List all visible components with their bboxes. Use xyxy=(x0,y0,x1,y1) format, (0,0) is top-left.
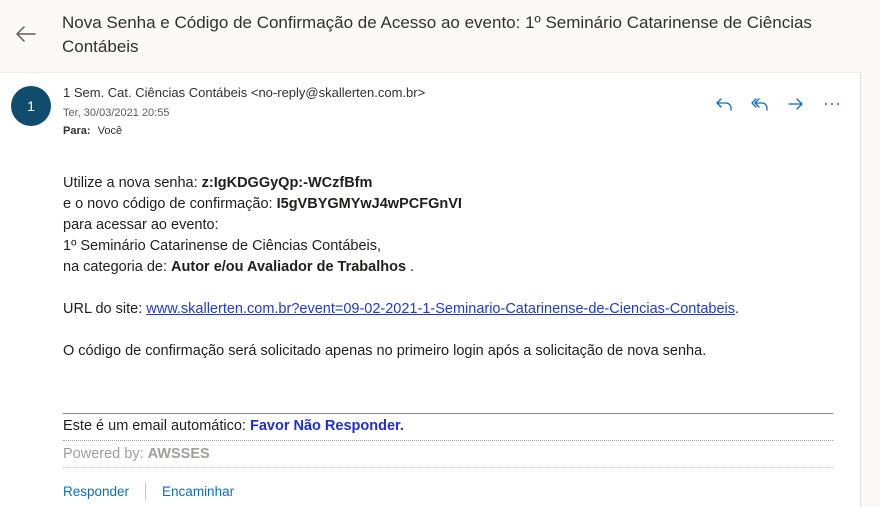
reply-icon xyxy=(716,98,732,111)
back-arrow-icon xyxy=(16,26,36,42)
powered-by-brand: AWSSES xyxy=(147,446,210,462)
event-url-link[interactable]: www.skallerten.com.br?event=09-02-2021-1… xyxy=(146,301,735,317)
powered-by-label: Powered by: xyxy=(63,446,148,462)
forward-button[interactable]: Encaminhar xyxy=(162,484,234,499)
url-suffix: . xyxy=(735,301,740,317)
confirmation-code: I5gVBYGMYwJ4wPCFGnVI xyxy=(276,196,462,212)
forward-icon xyxy=(788,98,803,110)
powered-by: Powered by: AWSSES xyxy=(63,441,833,468)
reply-all-action-button[interactable] xyxy=(746,91,774,117)
recipients-row: Para: Você xyxy=(63,125,122,137)
code-label: e o novo código de confirmação: xyxy=(63,196,277,212)
new-password: z:IgKDGGyQp:-WCzfBfm xyxy=(201,175,373,191)
back-button[interactable] xyxy=(12,20,40,48)
url-line: URL do site: www.skallerten.com.br?event… xyxy=(63,299,833,320)
message-actions xyxy=(710,91,846,117)
to-label: Para: xyxy=(63,125,91,137)
reading-pane-header: Nova Senha e Código de Confirmação de Ac… xyxy=(0,0,880,72)
avatar[interactable]: 1 xyxy=(11,86,51,126)
do-not-reply-text: Favor Não Responder. xyxy=(249,418,404,434)
email-subject: Nova Senha e Código de Confirmação de Ac… xyxy=(62,13,812,56)
category-value: Autor e/ou Avaliador de Trabalhos xyxy=(171,259,407,275)
sent-date: Ter, 30/03/2021 20:55 xyxy=(63,107,170,119)
auto-email-notice: Este é um email automático: Favor Não Re… xyxy=(63,414,833,441)
forward-action-button[interactable] xyxy=(782,91,810,117)
sender-line[interactable]: 1 Sem. Cat. Ciências Contábeis <no-reply… xyxy=(63,85,425,100)
more-icon xyxy=(825,103,839,105)
access-text: para acessar ao evento: xyxy=(63,217,219,233)
password-label: Utilize a nova senha: xyxy=(63,175,202,191)
message-card: 1 1 Sem. Cat. Ciências Contábeis <no-rep… xyxy=(0,72,861,507)
message-body: Utilize a nova senha: z:IgKDGGyQp:-WCzfB… xyxy=(63,173,833,362)
category-suffix: . xyxy=(406,259,415,275)
reply-forward-bar: Responder Encaminhar xyxy=(63,483,234,500)
more-actions-button[interactable] xyxy=(818,91,846,117)
confirmation-note: O código de confirmação será solicitado … xyxy=(63,343,707,359)
category-label: na categoria de: xyxy=(63,259,172,275)
automatic-email-footer: Este é um email automático: Favor Não Re… xyxy=(63,413,833,468)
auto-notice-text: Este é um email automático: xyxy=(63,418,250,434)
divider xyxy=(145,483,147,500)
code-line: e o novo código de confirmação: I5gVBYGM… xyxy=(63,194,833,215)
reply-action-button[interactable] xyxy=(710,91,738,117)
url-label: URL do site: xyxy=(63,301,147,317)
event-name: 1º Seminário Catarinense de Ciências Con… xyxy=(63,238,382,254)
to-value[interactable]: Você xyxy=(98,125,122,137)
category-line: na categoria de: Autor e/ou Avaliador de… xyxy=(63,257,833,278)
password-line: Utilize a nova senha: z:IgKDGGyQp:-WCzfB… xyxy=(63,173,833,194)
reply-all-icon xyxy=(751,98,768,111)
reply-button[interactable]: Responder xyxy=(63,484,129,499)
